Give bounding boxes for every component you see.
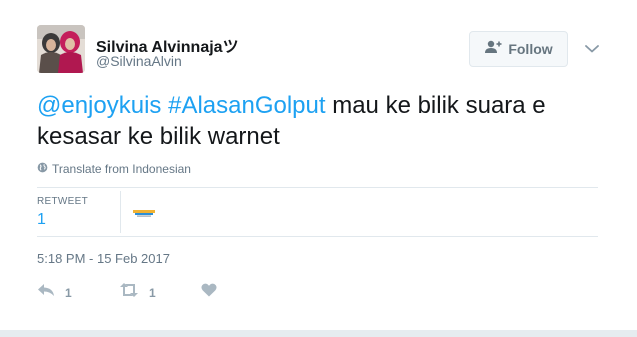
timeline-separator: [0, 330, 637, 337]
chevron-down-icon[interactable]: [583, 40, 601, 58]
retweet-stat[interactable]: RETWEET 1: [37, 196, 88, 229]
tweet-text: @enjoykuis #AlasanGolput mau ke bilik su…: [37, 90, 607, 152]
follow-button-label: Follow: [508, 41, 553, 57]
retweeter-avatar[interactable]: [133, 206, 155, 219]
author-handle[interactable]: @SilvinaAlvin: [96, 53, 182, 69]
retweet-stat-count: 1: [37, 211, 46, 228]
retweet-button[interactable]: 1: [119, 283, 156, 302]
like-button[interactable]: [201, 283, 217, 302]
divider-top: [37, 187, 598, 188]
divider-bottom: [37, 236, 598, 237]
heart-icon: [201, 283, 217, 302]
stat-separator: [120, 191, 121, 233]
reply-button[interactable]: 1: [37, 283, 72, 302]
globe-icon: [37, 162, 48, 176]
translate-link[interactable]: Translate from Indonesian: [37, 162, 191, 176]
translate-label: Translate from Indonesian: [52, 162, 191, 176]
tweet-card: Silvina Alvinnajaツ @SilvinaAlvin Follow …: [0, 0, 637, 330]
mention-link[interactable]: @enjoykuis: [37, 92, 161, 119]
tweet-timestamp[interactable]: 5:18 PM - 15 Feb 2017: [37, 251, 170, 266]
reply-count: 1: [65, 285, 72, 300]
reply-icon: [37, 283, 55, 302]
retweet-count: 1: [149, 285, 156, 300]
retweet-icon: [119, 283, 139, 302]
retweet-stat-label: RETWEET: [37, 196, 88, 207]
hashtag-link[interactable]: #AlasanGolput: [168, 92, 325, 119]
author-avatar[interactable]: [37, 25, 85, 73]
follow-button[interactable]: Follow: [469, 31, 568, 67]
add-person-icon: [484, 40, 502, 59]
